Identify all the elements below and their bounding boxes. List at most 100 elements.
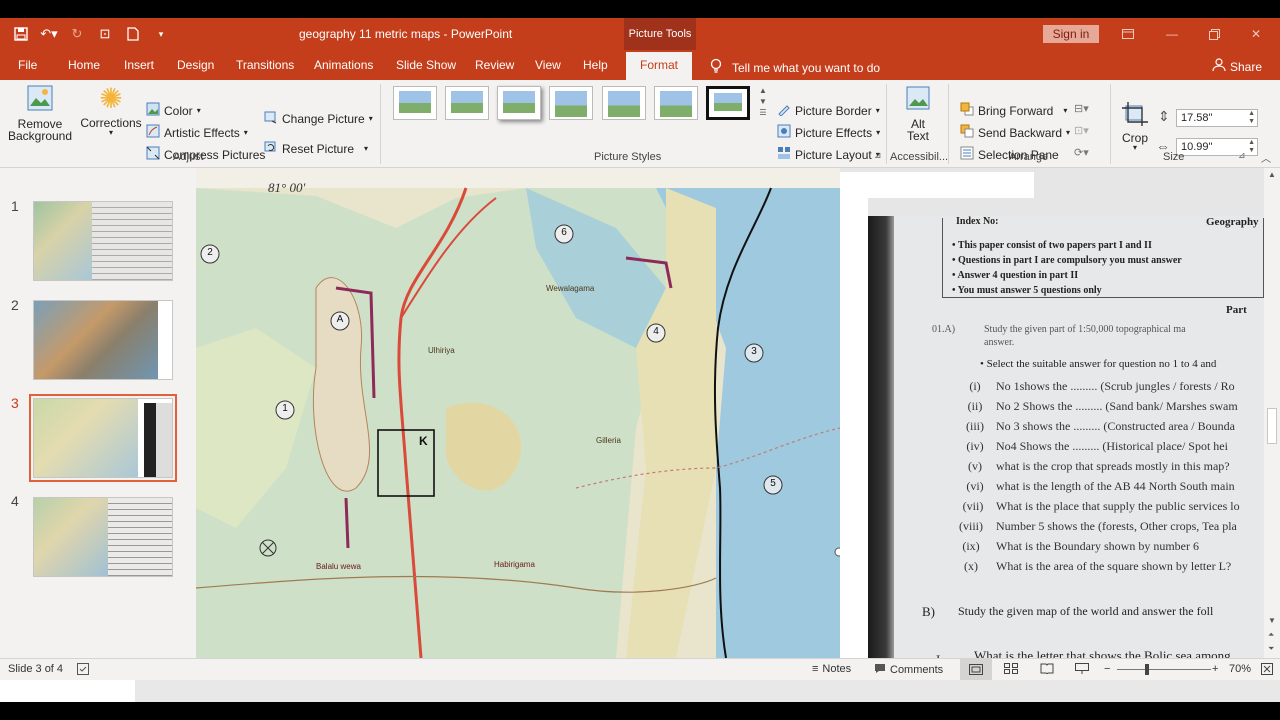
picture-style-3[interactable] [497, 86, 541, 120]
comments-button[interactable]: Comments [874, 663, 943, 677]
reading-view-icon[interactable] [1040, 663, 1054, 674]
shape-height-field[interactable]: 17.58" ▲ ▼ [1176, 109, 1258, 127]
normal-view-icon[interactable] [960, 659, 992, 680]
comment-icon [874, 663, 886, 677]
ribbon-format: Remove Background ✺ Corrections ▾ Color ▾… [0, 80, 1280, 168]
zoom-out-button[interactable]: − [1104, 663, 1110, 675]
shape-width-field[interactable]: 10.99" ▲ ▼ [1176, 138, 1258, 156]
start-from-beginning-icon[interactable]: ⊡ [94, 24, 116, 44]
close-icon[interactable]: ✕ [1242, 24, 1270, 44]
tell-me-search[interactable]: Tell me what you want to do [710, 58, 880, 77]
picture-layout-button[interactable]: Picture Layout ▾ [777, 146, 880, 163]
chevron-down-icon[interactable]: ▼ [1268, 616, 1276, 625]
tab-view[interactable]: View [535, 58, 561, 72]
picture-effects-button[interactable]: Picture Effects ▾ [777, 124, 880, 141]
crop-icon [1122, 102, 1148, 129]
selection-pane-icon [960, 146, 974, 163]
map-marker-1: 1 [282, 403, 288, 414]
collapse-ribbon-icon[interactable]: ︿ [1261, 150, 1271, 165]
picture-style-1[interactable] [393, 86, 437, 120]
question-item: (ix) What is the Boundary shown by number… [962, 539, 1199, 553]
slide-thumbnail-2[interactable] [33, 300, 173, 380]
customize-qat-icon[interactable]: ▾ [150, 24, 172, 44]
picture-styles-gallery-scroll[interactable]: ▲ ▼ ☰ [759, 86, 767, 117]
zoom-level[interactable]: 70% [1229, 663, 1251, 675]
previous-slide-icon[interactable]: ⏶ [1268, 630, 1274, 640]
ribbon-display-icon[interactable] [1114, 24, 1142, 44]
group-objects-icon[interactable]: ⊡▾ [1074, 124, 1089, 137]
sign-in-button[interactable]: Sign in [1043, 25, 1099, 43]
artistic-effects-button[interactable]: Artistic Effects ▾ [146, 124, 248, 141]
reset-picture-button[interactable]: Reset Picture ▾ [264, 140, 368, 157]
bring-forward-button[interactable]: Bring Forward ▾ [960, 102, 1067, 119]
slide-show-icon[interactable] [1075, 663, 1089, 674]
dialog-launcher-icon[interactable]: ⊿ [1238, 150, 1246, 161]
group-separator [380, 84, 381, 164]
tab-format[interactable]: Format [626, 52, 693, 80]
send-backward-button[interactable]: Send Backward ▾ [960, 124, 1070, 141]
notes-button[interactable]: ≡ Notes [812, 663, 851, 675]
compress-icon [146, 146, 160, 163]
minimize-icon[interactable]: — [1158, 24, 1186, 44]
fit-to-window-icon[interactable] [1261, 663, 1273, 675]
tab-design[interactable]: Design [177, 58, 214, 72]
status-bar: Slide 3 of 4 ≡ Notes Comments − + 70% [0, 658, 1280, 680]
picture-style-7[interactable] [706, 86, 750, 120]
remove-background-button[interactable]: Remove Background [6, 84, 74, 143]
picture-style-2[interactable] [445, 86, 489, 120]
picture-style-5[interactable] [602, 86, 646, 120]
undo-icon[interactable]: ↶▾ [38, 24, 60, 44]
tab-review[interactable]: Review [475, 58, 514, 72]
slide-thumbnail-4[interactable] [33, 497, 173, 577]
slide-thumbnail-3[interactable] [29, 394, 177, 482]
picture-style-6[interactable] [654, 86, 698, 120]
tab-home[interactable]: Home [68, 58, 100, 72]
tab-file[interactable]: File [18, 58, 37, 72]
slide-editing-canvas[interactable]: 81° 00' K 2 A 1 6 4 3 5 Ulhiriya Wewalag… [196, 168, 1264, 658]
slide-sorter-icon[interactable] [1004, 663, 1018, 674]
tab-help[interactable]: Help [583, 58, 608, 72]
rotate-icon[interactable]: ⟳▾ [1074, 146, 1089, 159]
tab-slide-show[interactable]: Slide Show [396, 58, 456, 72]
alt-text-button[interactable]: Alt Text [900, 84, 936, 143]
tab-animations[interactable]: Animations [314, 58, 373, 72]
ribbon-tab-bar: File Home Insert Design Transitions Anim… [0, 50, 1280, 80]
q1a-label: 01.A) [932, 324, 956, 335]
tab-insert[interactable]: Insert [124, 58, 154, 72]
corrections-button[interactable]: ✺ Corrections ▾ [80, 84, 142, 138]
compress-pictures-button[interactable]: Compress Pictures [146, 146, 265, 163]
dialog-launcher-icon[interactable]: ⊿ [874, 150, 882, 161]
picture-style-4[interactable] [549, 86, 593, 120]
size-group-label: Size [1163, 151, 1185, 163]
color-button[interactable]: Color ▾ [146, 102, 201, 119]
slide-number: 3 [11, 395, 19, 411]
redo-icon[interactable]: ↻ [66, 24, 88, 44]
scrollbar-thumb[interactable] [1267, 408, 1277, 444]
vertical-scrollbar[interactable]: ▲ ▼ ⏶ ⏷ [1264, 168, 1280, 658]
height-icon: ⇕ [1158, 108, 1170, 124]
exam-paper-picture[interactable]: Index No: Geography • This paper consist… [868, 216, 1264, 658]
slide-thumbnail-1[interactable] [33, 201, 173, 281]
topographic-map-picture[interactable]: 81° 00' K 2 A 1 6 4 3 5 Ulhiriya Wewalag… [196, 168, 840, 658]
next-slide-icon[interactable]: ⏷ [1268, 644, 1274, 654]
adjust-group-label: Adjust [173, 151, 204, 163]
share-button[interactable]: Share [1212, 58, 1262, 75]
chevron-up-icon[interactable]: ▲ [1268, 170, 1276, 179]
zoom-slider[interactable] [1117, 669, 1211, 670]
map-place-name: Wewalagama [546, 284, 595, 293]
zoom-in-button[interactable]: + [1212, 663, 1218, 675]
change-picture-button[interactable]: Change Picture ▾ [264, 110, 373, 127]
picture-border-button[interactable]: Picture Border ▾ [777, 102, 880, 119]
width-spinner-icon[interactable]: ▲ ▼ [1248, 139, 1255, 155]
new-file-icon[interactable] [122, 24, 144, 44]
spell-check-icon[interactable] [77, 663, 89, 675]
height-value: 17.58" [1181, 112, 1213, 124]
restore-icon[interactable] [1200, 24, 1228, 44]
powerpoint-window: ↶▾ ↻ ⊡ ▾ geography 11 metric maps - Powe… [0, 18, 1280, 702]
zoom-slider-thumb[interactable] [1145, 664, 1149, 675]
save-icon[interactable] [10, 24, 32, 44]
tab-transitions[interactable]: Transitions [236, 58, 294, 72]
crop-button[interactable]: Crop ▾ [1122, 102, 1148, 152]
align-icon[interactable]: ⊟▾ [1074, 102, 1089, 115]
height-spinner-icon[interactable]: ▲ ▼ [1248, 110, 1255, 126]
